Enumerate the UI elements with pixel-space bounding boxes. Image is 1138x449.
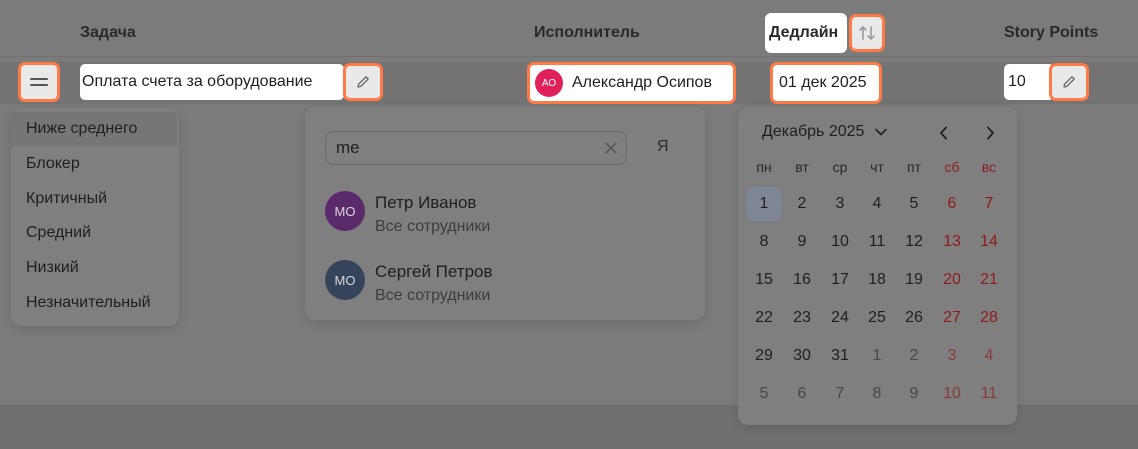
calendar-day[interactable]: 5: [747, 377, 781, 411]
calendar-day[interactable]: 29: [747, 339, 781, 373]
pencil-icon: [1063, 76, 1075, 88]
chevron-down-icon: [875, 128, 887, 136]
story-points-field[interactable]: 10: [1004, 64, 1054, 100]
priority-option[interactable]: Незначительный: [11, 286, 177, 320]
calendar-day[interactable]: 6: [785, 377, 819, 411]
calendar-day[interactable]: 24: [823, 301, 857, 335]
calendar-day[interactable]: 1: [747, 187, 781, 221]
weekday-label: вт: [795, 159, 809, 175]
calendar-day[interactable]: 27: [935, 301, 969, 335]
chevron-left-icon[interactable]: [938, 126, 950, 140]
calendar-day[interactable]: 23: [785, 301, 819, 335]
calendar-day[interactable]: 13: [935, 225, 969, 259]
weekday-label: чт: [870, 159, 884, 175]
calendar-day[interactable]: 2: [785, 187, 819, 221]
user-group: Все сотрудники: [375, 218, 491, 235]
calendar-day[interactable]: 9: [897, 377, 931, 411]
priority-medium-icon: [30, 78, 48, 86]
calendar-day[interactable]: 21: [972, 263, 1006, 297]
calendar-day[interactable]: 7: [823, 377, 857, 411]
calendar-day[interactable]: 20: [935, 263, 969, 297]
date-picker: Декабрь 2025 пн вт ср чт пт сб вс 123456…: [738, 107, 1017, 425]
calendar-day[interactable]: 12: [897, 225, 931, 259]
user-avatar: МО: [325, 260, 365, 300]
edit-story-points-button[interactable]: [1049, 63, 1089, 101]
calendar-day[interactable]: 7: [972, 187, 1006, 221]
priority-option[interactable]: Блокер: [11, 147, 177, 181]
calendar-day[interactable]: 18: [860, 263, 894, 297]
calendar-day[interactable]: 14: [972, 225, 1006, 259]
weekday-label: сб: [944, 159, 960, 175]
month-selector[interactable]: Декабрь 2025: [762, 123, 887, 141]
calendar-day[interactable]: 3: [935, 339, 969, 373]
assignee-name: Александр Осипов: [572, 74, 712, 91]
sort-icon: [859, 26, 875, 40]
clear-icon[interactable]: [604, 141, 618, 155]
search-value: me: [336, 138, 360, 157]
column-header-task: Задача: [80, 24, 136, 41]
calendar-day[interactable]: 4: [972, 339, 1006, 373]
weekday-label: пн: [756, 159, 772, 175]
calendar-day[interactable]: 11: [860, 225, 894, 259]
chevron-right-icon[interactable]: [984, 126, 996, 140]
user-list-item[interactable]: МО Петр Иванов Все сотрудники: [305, 183, 705, 243]
column-header-deadline-box: Дедлайн: [765, 13, 847, 53]
calendar-day[interactable]: 15: [747, 263, 781, 297]
priority-option[interactable]: Средний: [11, 216, 177, 250]
pencil-icon: [357, 76, 369, 88]
weekday-label: пт: [907, 159, 921, 175]
edit-task-button[interactable]: [343, 63, 383, 101]
assignee-search-input[interactable]: me: [325, 131, 627, 165]
priority-button[interactable]: [18, 62, 60, 102]
user-list-item[interactable]: МО Сергей Петров Все сотрудники: [305, 252, 705, 312]
calendar-day[interactable]: 16: [785, 263, 819, 297]
task-title: Оплата счета за оборудование: [82, 73, 313, 90]
deadline-field[interactable]: 01 дек 2025: [770, 62, 882, 104]
calendar-day[interactable]: 10: [935, 377, 969, 411]
priority-option[interactable]: Ниже среднего: [11, 112, 177, 146]
sort-button[interactable]: [849, 14, 885, 52]
calendar-day[interactable]: 25: [860, 301, 894, 335]
user-group: Все сотрудники: [375, 287, 491, 304]
column-header-assignee: Исполнитель: [534, 24, 640, 41]
priority-option[interactable]: Низкий: [11, 251, 177, 285]
calendar-day[interactable]: 2: [897, 339, 931, 373]
task-title-chip[interactable]: Оплата счета за оборудование: [80, 64, 344, 100]
column-header-deadline: Дедлайн: [769, 24, 839, 41]
header-divider: [0, 56, 1138, 57]
user-name: Сергей Петров: [375, 262, 493, 281]
assign-to-me-button[interactable]: Я: [657, 138, 669, 156]
month-label: Декабрь 2025: [762, 123, 865, 140]
calendar-day[interactable]: 31: [823, 339, 857, 373]
weekday-label: вс: [981, 159, 997, 175]
user-avatar: МО: [325, 191, 365, 231]
calendar-day[interactable]: 26: [897, 301, 931, 335]
calendar-day[interactable]: 3: [823, 187, 857, 221]
calendar-day[interactable]: 10: [823, 225, 857, 259]
assignee-picker: me Я МО Петр Иванов Все сотрудники МО Се…: [305, 107, 705, 320]
column-header-story-points: Story Points: [1004, 24, 1099, 41]
weekday-label: ср: [832, 159, 848, 175]
calendar-day[interactable]: 4: [860, 187, 894, 221]
calendar-day[interactable]: 19: [897, 263, 931, 297]
calendar-day[interactable]: 6: [935, 187, 969, 221]
calendar-day[interactable]: 9: [785, 225, 819, 259]
assignee-field[interactable]: АО Александр Осипов: [527, 62, 736, 104]
priority-option[interactable]: Критичный: [11, 182, 177, 216]
calendar-day[interactable]: 11: [972, 377, 1006, 411]
calendar-day[interactable]: 22: [747, 301, 781, 335]
calendar-day[interactable]: 1: [860, 339, 894, 373]
deadline-value: 01 дек 2025: [779, 74, 867, 91]
calendar-day[interactable]: 5: [897, 187, 931, 221]
user-name: Петр Иванов: [375, 193, 477, 212]
calendar-day[interactable]: 28: [972, 301, 1006, 335]
calendar-day[interactable]: 30: [785, 339, 819, 373]
priority-menu: Ниже среднего Блокер Критичный Средний Н…: [11, 108, 179, 326]
calendar-day[interactable]: 17: [823, 263, 857, 297]
calendar-day[interactable]: 8: [860, 377, 894, 411]
calendar-day[interactable]: 8: [747, 225, 781, 259]
story-points-value: 10: [1008, 73, 1026, 90]
assignee-avatar: АО: [535, 69, 563, 97]
